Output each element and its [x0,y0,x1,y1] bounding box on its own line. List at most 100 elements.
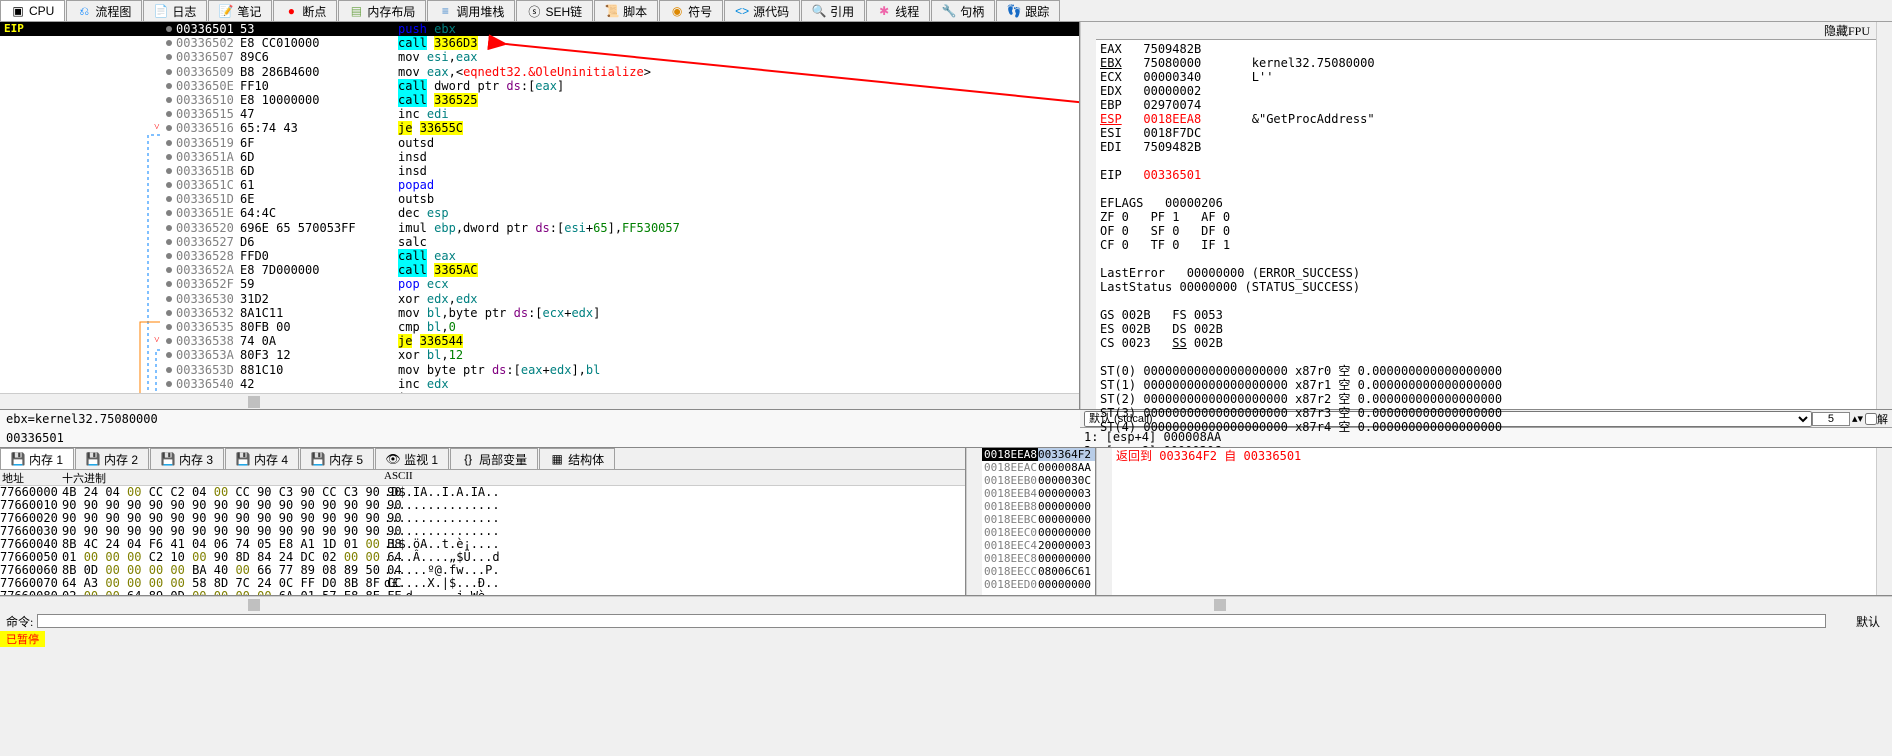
vscroll-stack[interactable] [1096,448,1112,595]
disasm-row[interactable]: 0033653031D2xor edx,edx [0,292,1079,306]
hscroll-disasm[interactable] [0,393,1079,409]
disasm-row[interactable]: 003365196Foutsd [0,136,1079,150]
dump-tab[interactable]: 💾内存 4 [225,448,299,469]
disasm-row[interactable]: 0033650789C6mov esi,eax [0,50,1079,64]
register-row[interactable]: EBX 75080000 kernel32.75080000 [1100,56,1872,70]
tab-label: 流程图 [95,3,131,20]
tab-note[interactable]: 📝笔记 [208,0,272,21]
main-tab-bar: ▣CPU ⎌流程图 📄日志 📝笔记 ●断点 ▤内存布局 ≡调用堆栈 ⓢSEH链 … [0,0,1892,22]
disasm-row[interactable]: 0033651D6Eoutsb [0,192,1079,206]
dump-tab[interactable]: {}局部变量 [450,448,538,469]
dump-body[interactable]: 776600004B 24 04 00 CC C2 04 00 CC 90 C3… [0,486,965,595]
vscroll-ret[interactable] [1876,448,1892,595]
disasm-row[interactable]: 0033653D881C10mov byte ptr ds:[eax+edx],… [0,363,1079,377]
dump-tab[interactable]: ▦结构体 [539,448,615,469]
vscroll-regs[interactable] [1876,22,1892,409]
disasm-row[interactable]: 0033651E64:4Cdec esp [0,206,1079,220]
dump-tab[interactable]: 💾内存 1 [0,448,74,469]
tab-label: 断点 [302,3,326,20]
stack-row[interactable]: 0018EEB00000030C [982,474,1095,487]
register-row[interactable]: ECX 00000340 L'' [1100,70,1872,84]
vscroll-dump[interactable] [966,448,982,595]
register-row[interactable]: EBP 02970074 [1100,98,1872,112]
stack-row[interactable]: 0018EEC420000003 [982,539,1095,552]
tab-label: CPU [29,4,54,18]
command-input[interactable] [37,614,1826,628]
stack-row[interactable]: 0018EEA8003364F2 [982,448,1095,461]
tab-label: 脚本 [623,3,647,20]
disasm-row[interactable]: 0033654042inc edx [0,377,1079,391]
tab-handle[interactable]: 🔧句柄 [931,0,995,21]
dump-tab[interactable]: 💾内存 5 [300,448,374,469]
col-hex: 十六进制 [62,470,384,485]
vscroll-disasm[interactable] [1080,22,1096,409]
disasm-row[interactable]: 0033650153push ebx [0,22,1079,36]
tab-thread[interactable]: ✱线程 [866,0,930,21]
stack-pane[interactable]: 0018EEA8003364F20018EEAC000008AA0018EEB0… [982,448,1096,595]
register-row[interactable]: ESP 0018EEA8 &"GetProcAddress" [1100,112,1872,126]
stack-row[interactable]: 0018EED000000000 [982,578,1095,591]
tab-trace[interactable]: 👣跟踪 [996,0,1060,21]
hscroll-dump[interactable] [0,596,966,612]
register-row[interactable]: ESI 0018F7DC [1100,126,1872,140]
stack-row[interactable]: 0018EEB400000003 [982,487,1095,500]
disasm-row[interactable]: 00336510E8 10000000call 336525 [0,93,1079,107]
stack-row[interactable]: 0018EECC08006C61 [982,565,1095,578]
tab-callstack[interactable]: ≡调用堆栈 [427,0,515,21]
call-arg-row[interactable]: 2: [esp+8] 0000030C [1084,444,1888,447]
script-icon: 📜 [605,4,619,18]
disasm-row[interactable]: 003365328A1C11mov bl,byte ptr ds:[ecx+ed… [0,306,1079,320]
disasm-row[interactable]: ˅0033653874 0Aje 336544 [0,334,1079,348]
dump-pane: 💾内存 1💾内存 2💾内存 3💾内存 4💾内存 5👁监视 1{}局部变量▦结构体… [0,448,966,595]
tab-script[interactable]: 📜 脚本 [594,0,658,21]
disasm-row[interactable]: 0033653A80F3 12xor bl,12 [0,348,1079,362]
tab-breakpoint[interactable]: ●断点 [273,0,337,21]
tab-symbols[interactable]: ◉符号 [659,0,723,21]
disasm-row[interactable]: 00336527D6salc [0,235,1079,249]
tab-cpu[interactable]: ▣CPU [0,0,65,21]
stack-row[interactable]: 0018EEBC00000000 [982,513,1095,526]
tab-log[interactable]: 📄日志 [143,0,207,21]
disasm-row[interactable]: 0033653580FB 00cmp bl,0 [0,320,1079,334]
disasm-row[interactable]: 00336509B8 286B4600mov eax,<eqnedt32.&Ol… [0,65,1079,79]
tab-label: 引用 [830,3,854,20]
stack-row[interactable]: 0018EEB800000000 [982,500,1095,513]
tab-ref[interactable]: 🔍引用 [801,0,865,21]
hscroll-stack[interactable] [966,596,1892,612]
dump-header: 地址 十六进制 ASCII [0,470,965,486]
dump-icon: 💾 [11,452,25,466]
dump-icon: 💾 [86,452,100,466]
dump-tab[interactable]: 👁监视 1 [375,448,449,469]
regs-body[interactable]: EAX 7509482B EBX 75080000 kernel32.75080… [1096,40,1876,436]
sym-icon: ◉ [670,4,684,18]
tab-label: 线程 [895,3,919,20]
disasm-row[interactable]: 00336520696E 65 570053FFimul ebp,dword p… [0,221,1079,235]
dump-tab[interactable]: 💾内存 3 [150,448,224,469]
tab-label: 句柄 [960,3,984,20]
dump-tab[interactable]: 💾内存 2 [75,448,149,469]
disasm-row[interactable]: 0033651A6Dinsd [0,150,1079,164]
tab-flow[interactable]: ⎌流程图 [66,0,142,21]
disasm-row[interactable]: 0033651B6Dinsd [0,164,1079,178]
register-row[interactable]: EAX 7509482B [1100,42,1872,56]
disasm-row[interactable]: 0033651C61popad [0,178,1079,192]
regs-title[interactable]: 隐藏FPU [1096,22,1876,40]
disasm-row[interactable]: ˅0033651665:74 43je 33655C [0,121,1079,135]
disasm-row[interactable]: 0033650EFF10call dword ptr ds:[eax] [0,79,1079,93]
tab-seh[interactable]: ⓢSEH链 [516,0,593,21]
stack-icon: ≡ [438,4,452,18]
disasm-row[interactable]: 00336528FFD0call eax [0,249,1079,263]
disasm-row[interactable]: 0033652AE8 7D000000call 3365AC [0,263,1079,277]
disasm-body[interactable]: EIP 0033650153push ebx00336502E8 CC01000… [0,22,1079,393]
stack-row[interactable]: 0018EEAC000008AA [982,461,1095,474]
disasm-row[interactable]: 00336502E8 CC010000call 3366D3 [0,36,1079,50]
stack-row[interactable]: 0018EEC000000000 [982,526,1095,539]
dump-row[interactable]: 7766008002 00 00 64 89 0D 00 00 00 00 6A… [0,590,965,595]
disasm-row[interactable]: 0033651547inc edi [0,107,1079,121]
register-row[interactable]: EDX 00000002 [1100,84,1872,98]
tab-source[interactable]: <>源代码 [724,0,800,21]
disasm-row[interactable]: 0033652F59pop ecx [0,277,1079,291]
tab-memlayout[interactable]: ▤内存布局 [338,0,426,21]
register-row[interactable]: EDI 7509482B [1100,140,1872,154]
stack-row[interactable]: 0018EEC800000000 [982,552,1095,565]
